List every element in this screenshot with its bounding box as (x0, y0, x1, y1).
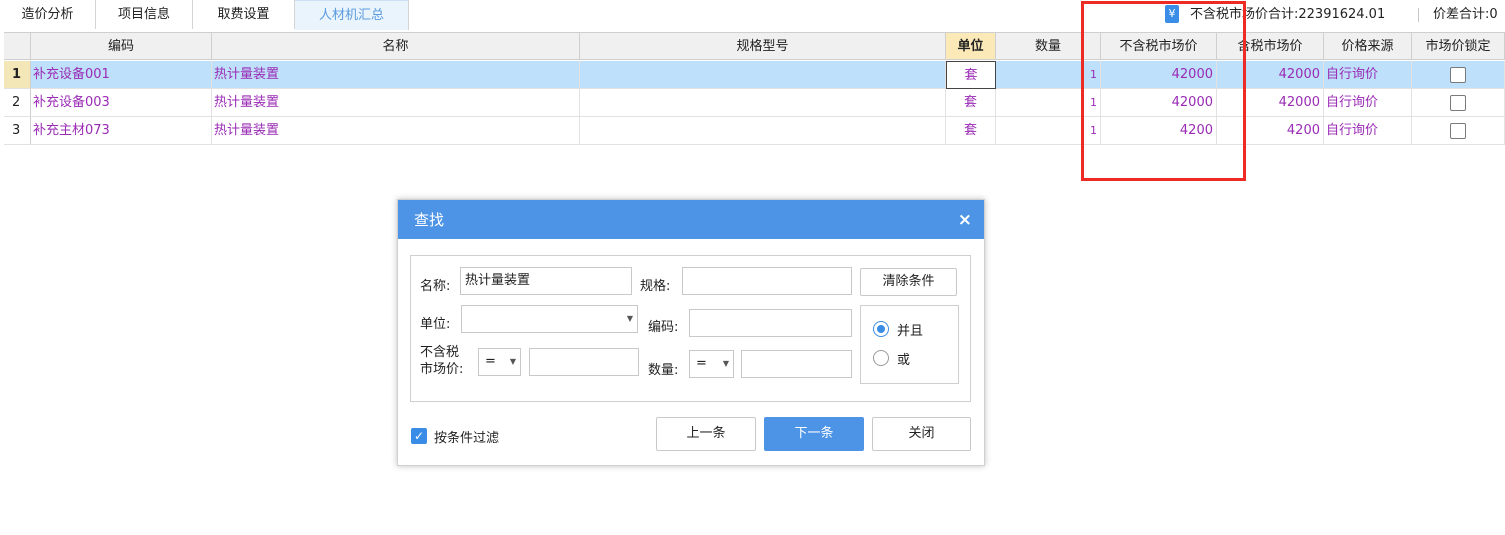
table-row[interactable]: 1 补充设备001 热计量装置 套 1 42000 42000 自行询价 (4, 61, 1505, 89)
code-input[interactable] (689, 309, 852, 337)
unit-cell[interactable]: 套 (946, 89, 996, 117)
price-source-cell[interactable]: 自行询价 (1324, 61, 1412, 89)
radio-or[interactable] (873, 350, 889, 366)
tab-project-info[interactable]: 项目信息 (96, 0, 193, 29)
row-number: 1 (4, 61, 31, 89)
header-spec[interactable]: 规格型号 (580, 32, 946, 60)
code-cell[interactable]: 补充设备001 (31, 61, 212, 89)
dialog-title: 查找 (414, 211, 445, 229)
qty-operator-value: = (696, 356, 707, 371)
highlight-box (1081, 1, 1246, 181)
pre-tax-price-label-line2: 市场价: (420, 362, 464, 377)
radio-and[interactable] (873, 321, 889, 337)
close-icon[interactable]: × (958, 200, 972, 241)
chevron-down-icon: ▼ (722, 359, 729, 368)
tab-labor-material-summary[interactable]: 人材机汇总 (295, 0, 409, 30)
chevron-down-icon: ▼ (626, 314, 633, 323)
logic-radio-group: 并且 或 (860, 305, 959, 384)
clear-conditions-button[interactable]: 清除条件 (860, 268, 957, 296)
tab-fee-settings[interactable]: 取费设置 (193, 0, 295, 29)
row-number: 3 (4, 117, 31, 145)
spec-cell[interactable] (580, 89, 946, 117)
price-lock-checkbox[interactable] (1450, 66, 1466, 83)
search-conditions-panel: 名称: 热计量装置 规格: 清除条件 单位: ▼ 编码: 不含税 市场价: = … (410, 255, 971, 402)
prev-button[interactable]: 上一条 (656, 417, 756, 451)
price-lock-cell (1412, 61, 1505, 89)
spec-label: 规格: (640, 279, 671, 294)
price-operator-select[interactable]: = ▼ (478, 348, 521, 376)
spec-cell[interactable] (580, 61, 946, 89)
header-name[interactable]: 名称 (212, 32, 580, 60)
header-rownum (4, 32, 31, 60)
name-label: 名称: (420, 279, 451, 294)
filter-label: 按条件过滤 (434, 431, 500, 446)
radio-and-label: 并且 (897, 324, 924, 339)
name-cell[interactable]: 热计量装置 (212, 89, 580, 117)
find-dialog: 查找 × 名称: 热计量装置 规格: 清除条件 单位: ▼ 编码: 不含税 市场… (397, 199, 985, 466)
price-lock-cell (1412, 117, 1505, 145)
table-row[interactable]: 3 补充主材073 热计量装置 套 1 4200 4200 自行询价 (4, 117, 1505, 145)
price-input[interactable] (529, 348, 639, 376)
header-code[interactable]: 编码 (31, 32, 212, 60)
code-cell[interactable]: 补充设备003 (31, 89, 212, 117)
qty-input[interactable] (741, 350, 852, 378)
next-button[interactable]: 下一条 (764, 417, 864, 451)
spec-cell[interactable] (580, 117, 946, 145)
filter-checkbox[interactable]: ✓ (411, 428, 427, 444)
price-source-cell[interactable]: 自行询价 (1324, 89, 1412, 117)
qty-label: 数量: (648, 363, 679, 378)
diff-total: 价差合计:0 (1433, 7, 1498, 22)
divider (1418, 8, 1419, 22)
unit-cell[interactable]: 套 (946, 117, 996, 145)
tab-cost-analysis[interactable]: 造价分析 (0, 0, 96, 29)
price-lock-cell (1412, 89, 1505, 117)
table-row[interactable]: 2 补充设备003 热计量装置 套 1 42000 42000 自行询价 (4, 89, 1505, 117)
pre-tax-price-label-line1: 不含税 (420, 345, 460, 360)
code-cell[interactable]: 补充主材073 (31, 117, 212, 145)
price-lock-checkbox[interactable] (1450, 94, 1466, 111)
unit-label: 单位: (420, 317, 451, 332)
unit-cell[interactable]: 套 (946, 61, 996, 89)
spec-input[interactable] (682, 267, 852, 295)
radio-or-label: 或 (897, 353, 911, 368)
close-button[interactable]: 关闭 (872, 417, 971, 451)
row-number: 2 (4, 89, 31, 117)
top-bar: 造价分析 项目信息 取费设置 人材机汇总 ¥ 不含税市场价合计:22391624… (0, 0, 1505, 30)
qty-operator-select[interactable]: = ▼ (689, 350, 734, 378)
name-input[interactable]: 热计量装置 (460, 267, 632, 295)
pre-tax-price-label: 不含税 市场价: (420, 344, 463, 378)
price-operator-value: = (485, 354, 496, 369)
header-unit[interactable]: 单位 (946, 32, 996, 60)
chevron-down-icon: ▼ (509, 357, 516, 366)
price-lock-checkbox[interactable] (1450, 122, 1466, 139)
unit-select[interactable]: ▼ (461, 305, 638, 333)
header-price-lock[interactable]: 市场价锁定 (1412, 32, 1505, 60)
header-price-source[interactable]: 价格来源 (1324, 32, 1412, 60)
name-cell[interactable]: 热计量装置 (212, 117, 580, 145)
dialog-title-bar[interactable]: 查找 × (398, 200, 984, 239)
price-source-cell[interactable]: 自行询价 (1324, 117, 1412, 145)
code-label: 编码: (648, 320, 679, 335)
name-cell[interactable]: 热计量装置 (212, 61, 580, 89)
